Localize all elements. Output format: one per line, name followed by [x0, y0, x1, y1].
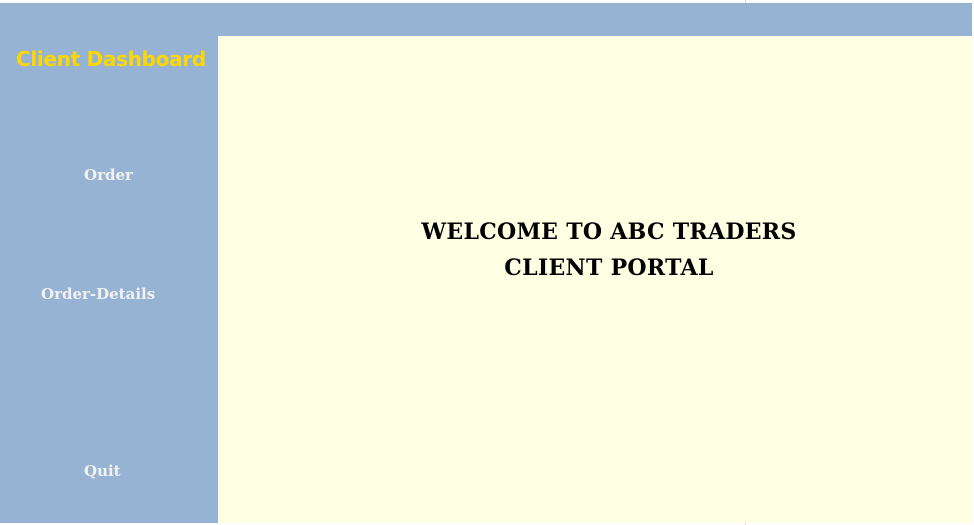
welcome-line-2: CLIENT PORTAL: [504, 255, 714, 281]
order-button[interactable]: Order: [84, 165, 133, 185]
app-window: Client Dashboard Order Order-Details Qui…: [0, 0, 974, 525]
content-panel: WELCOME TO ABC TRADERS CLIENT PORTAL: [218, 36, 972, 523]
top-banner: [0, 3, 972, 36]
welcome-line-1: WELCOME TO ABC TRADERS: [421, 219, 797, 245]
dashboard-title: Client Dashboard: [16, 47, 206, 71]
quit-button[interactable]: Quit: [84, 461, 121, 481]
welcome-message: WELCOME TO ABC TRADERS CLIENT PORTAL: [218, 214, 974, 286]
order-details-button[interactable]: Order-Details: [41, 284, 155, 304]
sidebar: Client Dashboard Order Order-Details Qui…: [0, 36, 218, 523]
dashboard-frame: Client Dashboard Order Order-Details Qui…: [0, 3, 972, 523]
